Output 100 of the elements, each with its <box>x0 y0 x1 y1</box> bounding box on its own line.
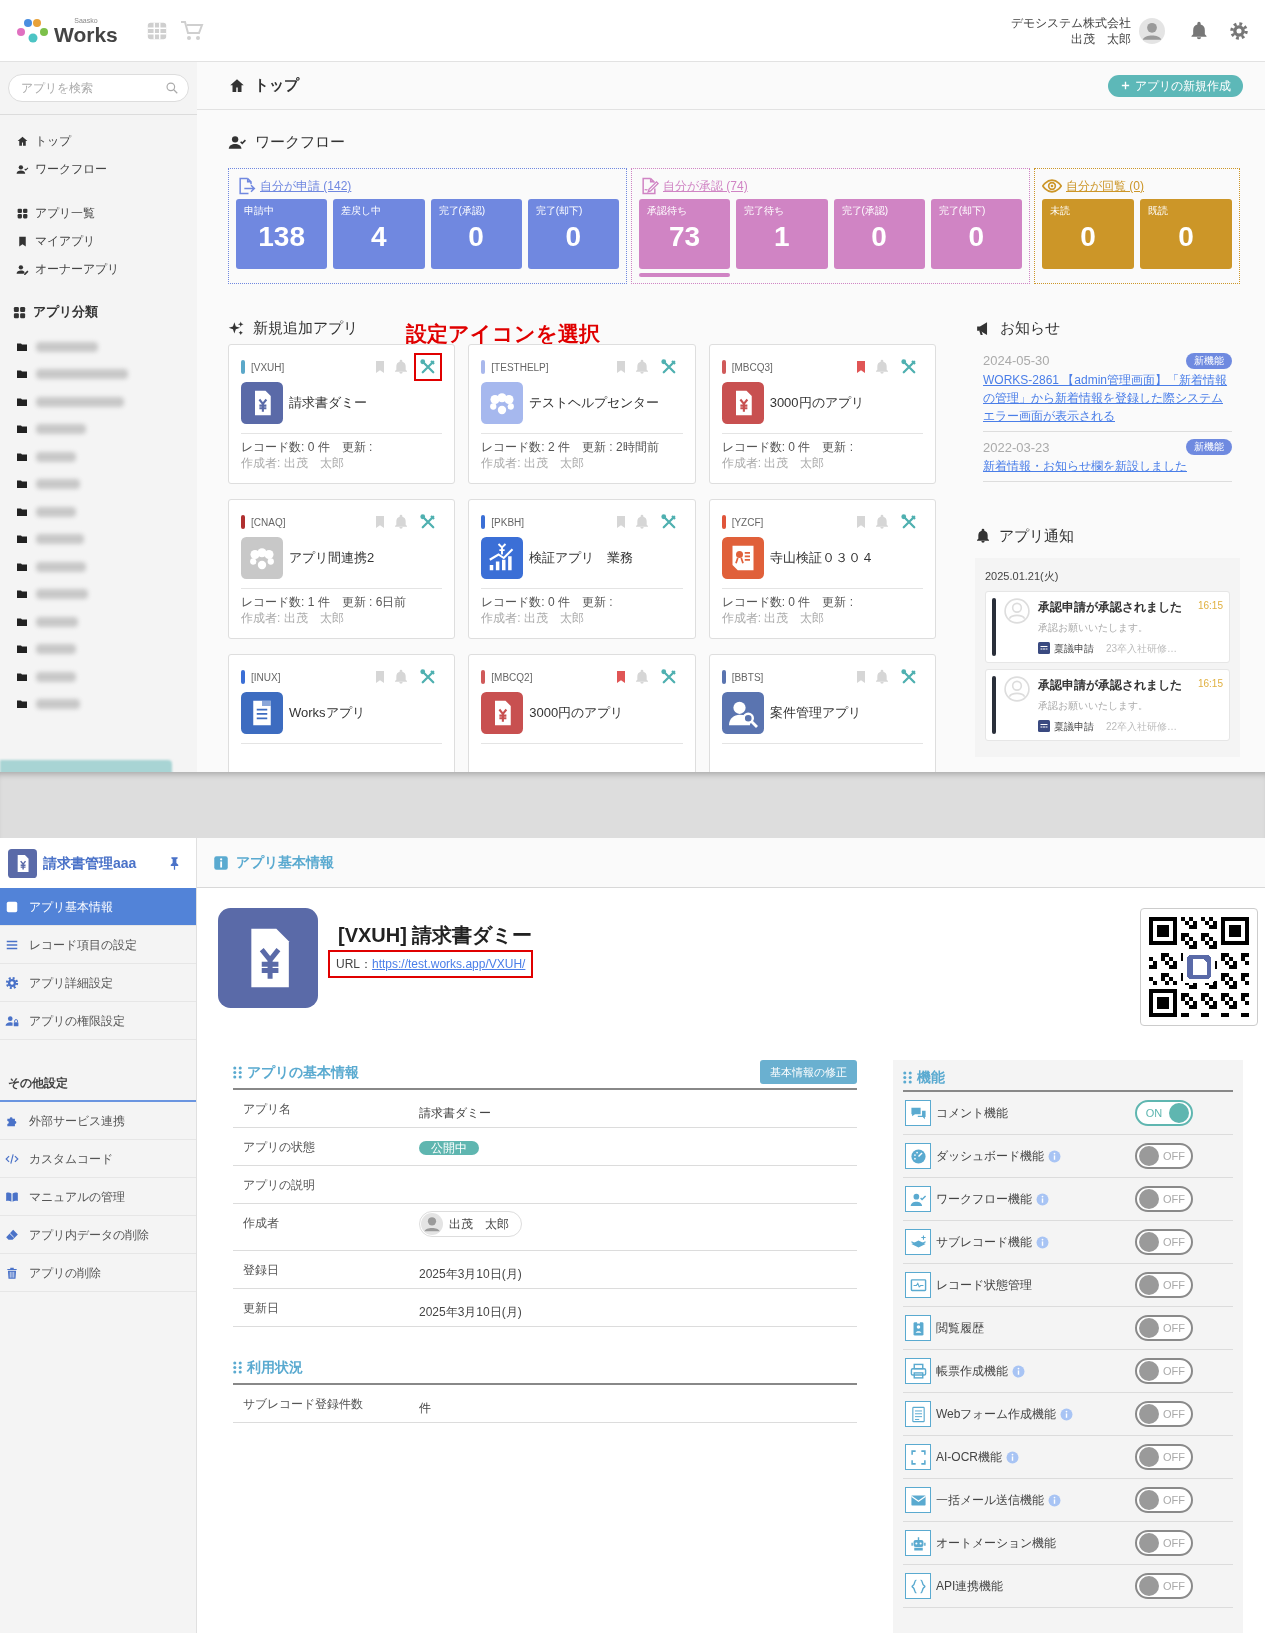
workflow-tile[interactable]: 差戻し中 4 <box>333 199 425 269</box>
notification-message: 承認お願いいたします。 <box>1038 698 1149 713</box>
app-card[interactable]: [MBCQ3] 3000円のアプリ レコード数: 0 件 更新 : 作成者: 出茂 太郎 <box>708 344 936 484</box>
news-link[interactable]: WORKS-2861 【admin管理画面】「新着情報の管理」から新着情報を登録した際システムエラー画面が表示される <box>983 370 1232 425</box>
settings-menu-item[interactable]: アプリ詳細設定 <box>0 964 196 1002</box>
settings-menu-item[interactable]: アプリの権限設定 <box>0 1002 196 1040</box>
settings-menu-item[interactable]: カスタムコード <box>0 1140 196 1178</box>
url-link[interactable]: https://test.works.app/VXUH/ <box>372 955 526 973</box>
toggle-switch[interactable]: ON <box>1135 1100 1193 1126</box>
toggle-switch[interactable]: OFF <box>1135 1229 1193 1255</box>
new-app-button[interactable]: アプリの新規作成 <box>1108 74 1243 97</box>
sidebar-nav-item[interactable]: アプリ一覧 <box>0 199 197 227</box>
sidebar-nav-item[interactable]: ワークフロー <box>0 155 197 183</box>
workflow-tile[interactable]: 完了待ち 1 <box>736 199 828 269</box>
folder-icon <box>16 423 28 436</box>
notification-title: 承認申請が承認されました <box>1038 676 1182 694</box>
info-icon[interactable] <box>1048 1149 1061 1163</box>
settings-menu-item[interactable]: レコード項目の設定 <box>0 926 196 964</box>
settings-icon[interactable] <box>1229 20 1249 41</box>
blurred-label[interactable] <box>36 341 98 352</box>
workflow-tile[interactable]: 完了(却下) 0 <box>930 199 1022 269</box>
notification-card[interactable]: 承認申請が承認されました 16:15 承認お願いいたします。 稟議申請 22卒入社研修… <box>985 668 1230 741</box>
blurred-label[interactable] <box>36 451 76 462</box>
sidebar-nav-item[interactable]: トップ <box>0 127 197 155</box>
settings-menu-item[interactable]: マニュアルの管理 <box>0 1178 196 1216</box>
blurred-label[interactable] <box>36 369 128 380</box>
cart-icon[interactable] <box>179 18 204 43</box>
workflow-tile[interactable]: 未読 0 <box>1042 199 1134 269</box>
info-icon[interactable] <box>1036 1192 1049 1206</box>
blurred-label[interactable] <box>36 396 124 407</box>
user-lock-icon <box>5 1013 19 1028</box>
toggle-switch[interactable]: OFF <box>1135 1444 1193 1470</box>
blurred-label[interactable] <box>36 644 76 655</box>
field-value: 請求書ダミー <box>419 1106 491 1120</box>
blurred-label[interactable] <box>36 561 86 572</box>
news-date: 2024-05-30 <box>983 352 1050 370</box>
settings-menu-item[interactable]: アプリの削除 <box>0 1254 196 1292</box>
blurred-label[interactable] <box>36 699 80 710</box>
scan-frame-icon <box>909 1448 927 1466</box>
info-icon[interactable] <box>1006 1450 1019 1464</box>
toggle-switch[interactable]: OFF <box>1135 1143 1193 1169</box>
app-name: 稟議申請 <box>1054 719 1094 734</box>
blurred-label[interactable] <box>36 616 78 627</box>
toggle-switch[interactable]: OFF <box>1135 1315 1193 1341</box>
settings-menu-item[interactable]: アプリ基本情報 <box>0 888 196 926</box>
app-card[interactable]: [MBCQ2] 3000円のアプリ <box>468 654 696 772</box>
toggle-switch[interactable]: OFF <box>1135 1487 1193 1513</box>
app-card[interactable]: [BBTS] 案件管理アプリ <box>708 654 936 772</box>
workflow-tile[interactable]: 完了(承認) 0 <box>430 199 522 269</box>
blurred-label[interactable] <box>36 589 88 600</box>
blurred-label[interactable] <box>36 424 86 435</box>
info-icon[interactable] <box>1012 1364 1025 1378</box>
sidebar-nav-item[interactable]: オーナーアプリ <box>0 255 197 283</box>
app-card[interactable]: [INUX] Worksアプリ <box>228 654 456 772</box>
app-name: 案件管理アプリ <box>769 704 861 723</box>
bell-icon[interactable] <box>1189 20 1209 41</box>
blurred-label[interactable] <box>36 479 80 490</box>
app-card[interactable]: [CNAQ] アプリ間連携2 レコード数: 1 件 更新 : 6日前 作成者: 出茂 太郎 <box>228 499 456 639</box>
info-icon[interactable] <box>1060 1407 1074 1421</box>
info-icon <box>5 899 19 914</box>
blurred-label[interactable] <box>36 534 84 545</box>
toggle-switch[interactable]: OFF <box>1135 1401 1193 1427</box>
sidebar-nav-item[interactable]: マイアプリ <box>0 227 197 255</box>
toggle-switch[interactable]: OFF <box>1135 1530 1193 1556</box>
notification-card[interactable]: 承認申請が承認されました 16:15 承認お願いいたします。 稟議申請 23卒入社研修… <box>985 590 1230 663</box>
toggle-switch[interactable]: OFF <box>1135 1272 1193 1298</box>
info-icon[interactable] <box>1036 1235 1049 1249</box>
toggle-switch[interactable]: OFF <box>1135 1358 1193 1384</box>
tools-icon <box>659 358 678 376</box>
app-card[interactable]: [YZCF] 寺山検証０３０４ レコード数: 0 件 更新 : 作成者: 出茂 太郎 <box>708 499 936 639</box>
workflow-tile[interactable]: 完了(却下) 0 <box>527 199 619 269</box>
avatar <box>421 1213 443 1235</box>
app-card[interactable]: [VXUH] 請求書ダミー レコード数: 0 件 更新 : 作成者: 出茂 太郎 <box>228 344 456 484</box>
edit-info-button[interactable]: 基本情報の修正 <box>760 1060 857 1084</box>
workflow-tile[interactable]: 申請中 138 <box>236 199 328 269</box>
toggle-switch[interactable]: OFF <box>1135 1573 1193 1599</box>
tools-button[interactable] <box>414 353 443 381</box>
section-heading: お知らせ <box>1000 317 1060 338</box>
search-field[interactable]: アプリを検索 <box>8 74 189 102</box>
info-icon[interactable] <box>1048 1493 1061 1507</box>
workflow-tile[interactable]: 既読 0 <box>1140 199 1232 269</box>
news-link[interactable]: 新着情報・お知らせ欄を新設しました <box>983 457 1232 475</box>
app-card[interactable]: [TESTHELP] テストヘルプセンター レコード数: 2 件 更新 : 2時間前 作成者: 出茂 太郎 <box>468 344 696 484</box>
blurred-label[interactable] <box>36 671 76 682</box>
workflow-tile[interactable]: 承認待ち 73 <box>639 199 731 269</box>
news-date: 2022-03-23 <box>983 438 1050 457</box>
avatar[interactable] <box>1139 17 1165 44</box>
app-card[interactable]: [PKBH] 検証アプリ 業務 レコード数: 0 件 更新 : 作成者: 出茂 太郎 <box>468 499 696 639</box>
field-label: 登録日 <box>243 1262 280 1279</box>
app-code: [TESTHELP] <box>491 360 549 375</box>
folder-icon <box>16 698 28 711</box>
section-heading: 利用状況 <box>247 1357 303 1377</box>
workflow-tile[interactable]: 完了(承認) 0 <box>833 199 925 269</box>
blurred-label[interactable] <box>36 506 76 517</box>
settings-menu-item[interactable]: 外部サービス連携 <box>0 1102 196 1140</box>
settings-menu-item[interactable]: アプリ内データの削除 <box>0 1216 196 1254</box>
toggle-switch[interactable]: OFF <box>1135 1186 1193 1212</box>
record-stats: レコード数: 0 件 更新 : <box>721 594 854 610</box>
braces-icon <box>909 1577 927 1595</box>
feature-label: 一括メール送信機能 <box>936 1492 1044 1509</box>
